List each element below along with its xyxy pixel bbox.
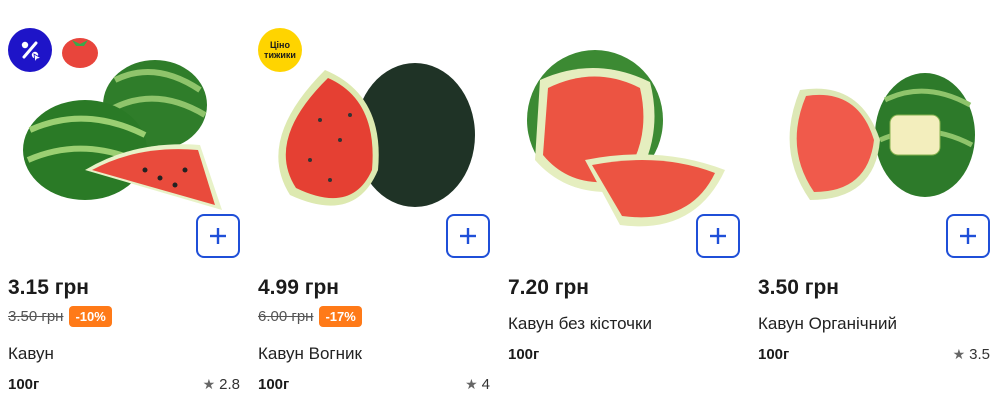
product-rating: ★ 3.5: [952, 346, 990, 363]
add-to-cart-button[interactable]: [446, 214, 490, 258]
plus-icon: [960, 228, 976, 244]
plus-icon: [210, 228, 226, 244]
product-name[interactable]: Кавун Вогник: [258, 344, 362, 364]
plus-icon: [460, 228, 476, 244]
product-price: 4.99 грн: [258, 276, 339, 299]
product-image[interactable]: [750, 20, 990, 230]
product-price: 3.15 грн: [8, 276, 89, 299]
product-card[interactable]: 3.15 грн 3.50 грн -10% Кавун 100г ★ 2.8: [0, 0, 240, 408]
tsino-tyzhyky-badge: Ціно тижики: [258, 28, 302, 72]
old-price-row: 6.00 грн -17%: [258, 306, 362, 327]
star-icon: ★: [952, 346, 966, 362]
product-price: 3.50 грн: [758, 276, 839, 299]
product-name[interactable]: Кавун Органічний: [758, 314, 897, 334]
product-name[interactable]: Кавун: [8, 344, 54, 364]
add-to-cart-button[interactable]: [946, 214, 990, 258]
tomato-badge-icon: [58, 28, 102, 72]
discount-badge-icon: [8, 28, 52, 72]
plus-icon: [710, 228, 726, 244]
product-rating: ★ 2.8: [202, 376, 240, 393]
old-price: 3.50 грн: [8, 308, 64, 325]
product-image[interactable]: [500, 20, 740, 230]
product-rating: ★ 4: [465, 376, 490, 393]
product-weight: 100г: [508, 346, 540, 363]
product-card[interactable]: Ціно тижики 4.99 грн 6.00 грн -17% Кавун …: [250, 0, 490, 408]
discount-label: -10%: [69, 306, 112, 327]
star-icon: ★: [465, 376, 478, 392]
product-weight: 100г: [8, 376, 40, 393]
product-price: 7.20 грн: [508, 276, 589, 299]
old-price-row: 3.50 грн -10%: [8, 306, 112, 327]
star-icon: ★: [202, 376, 216, 392]
product-card[interactable]: 7.20 грн Кавун без кісточки 100г: [500, 0, 740, 408]
product-weight: 100г: [758, 346, 790, 363]
add-to-cart-button[interactable]: [696, 214, 740, 258]
old-price: 6.00 грн: [258, 308, 314, 325]
product-grid: 3.15 грн 3.50 грн -10% Кавун 100г ★ 2.8 …: [0, 0, 1006, 408]
product-weight: 100г: [258, 376, 290, 393]
product-name[interactable]: Кавун без кісточки: [508, 314, 652, 334]
product-card[interactable]: 3.50 грн Кавун Органічний 100г ★ 3.5: [750, 0, 990, 408]
discount-label: -17%: [319, 306, 362, 327]
add-to-cart-button[interactable]: [196, 214, 240, 258]
